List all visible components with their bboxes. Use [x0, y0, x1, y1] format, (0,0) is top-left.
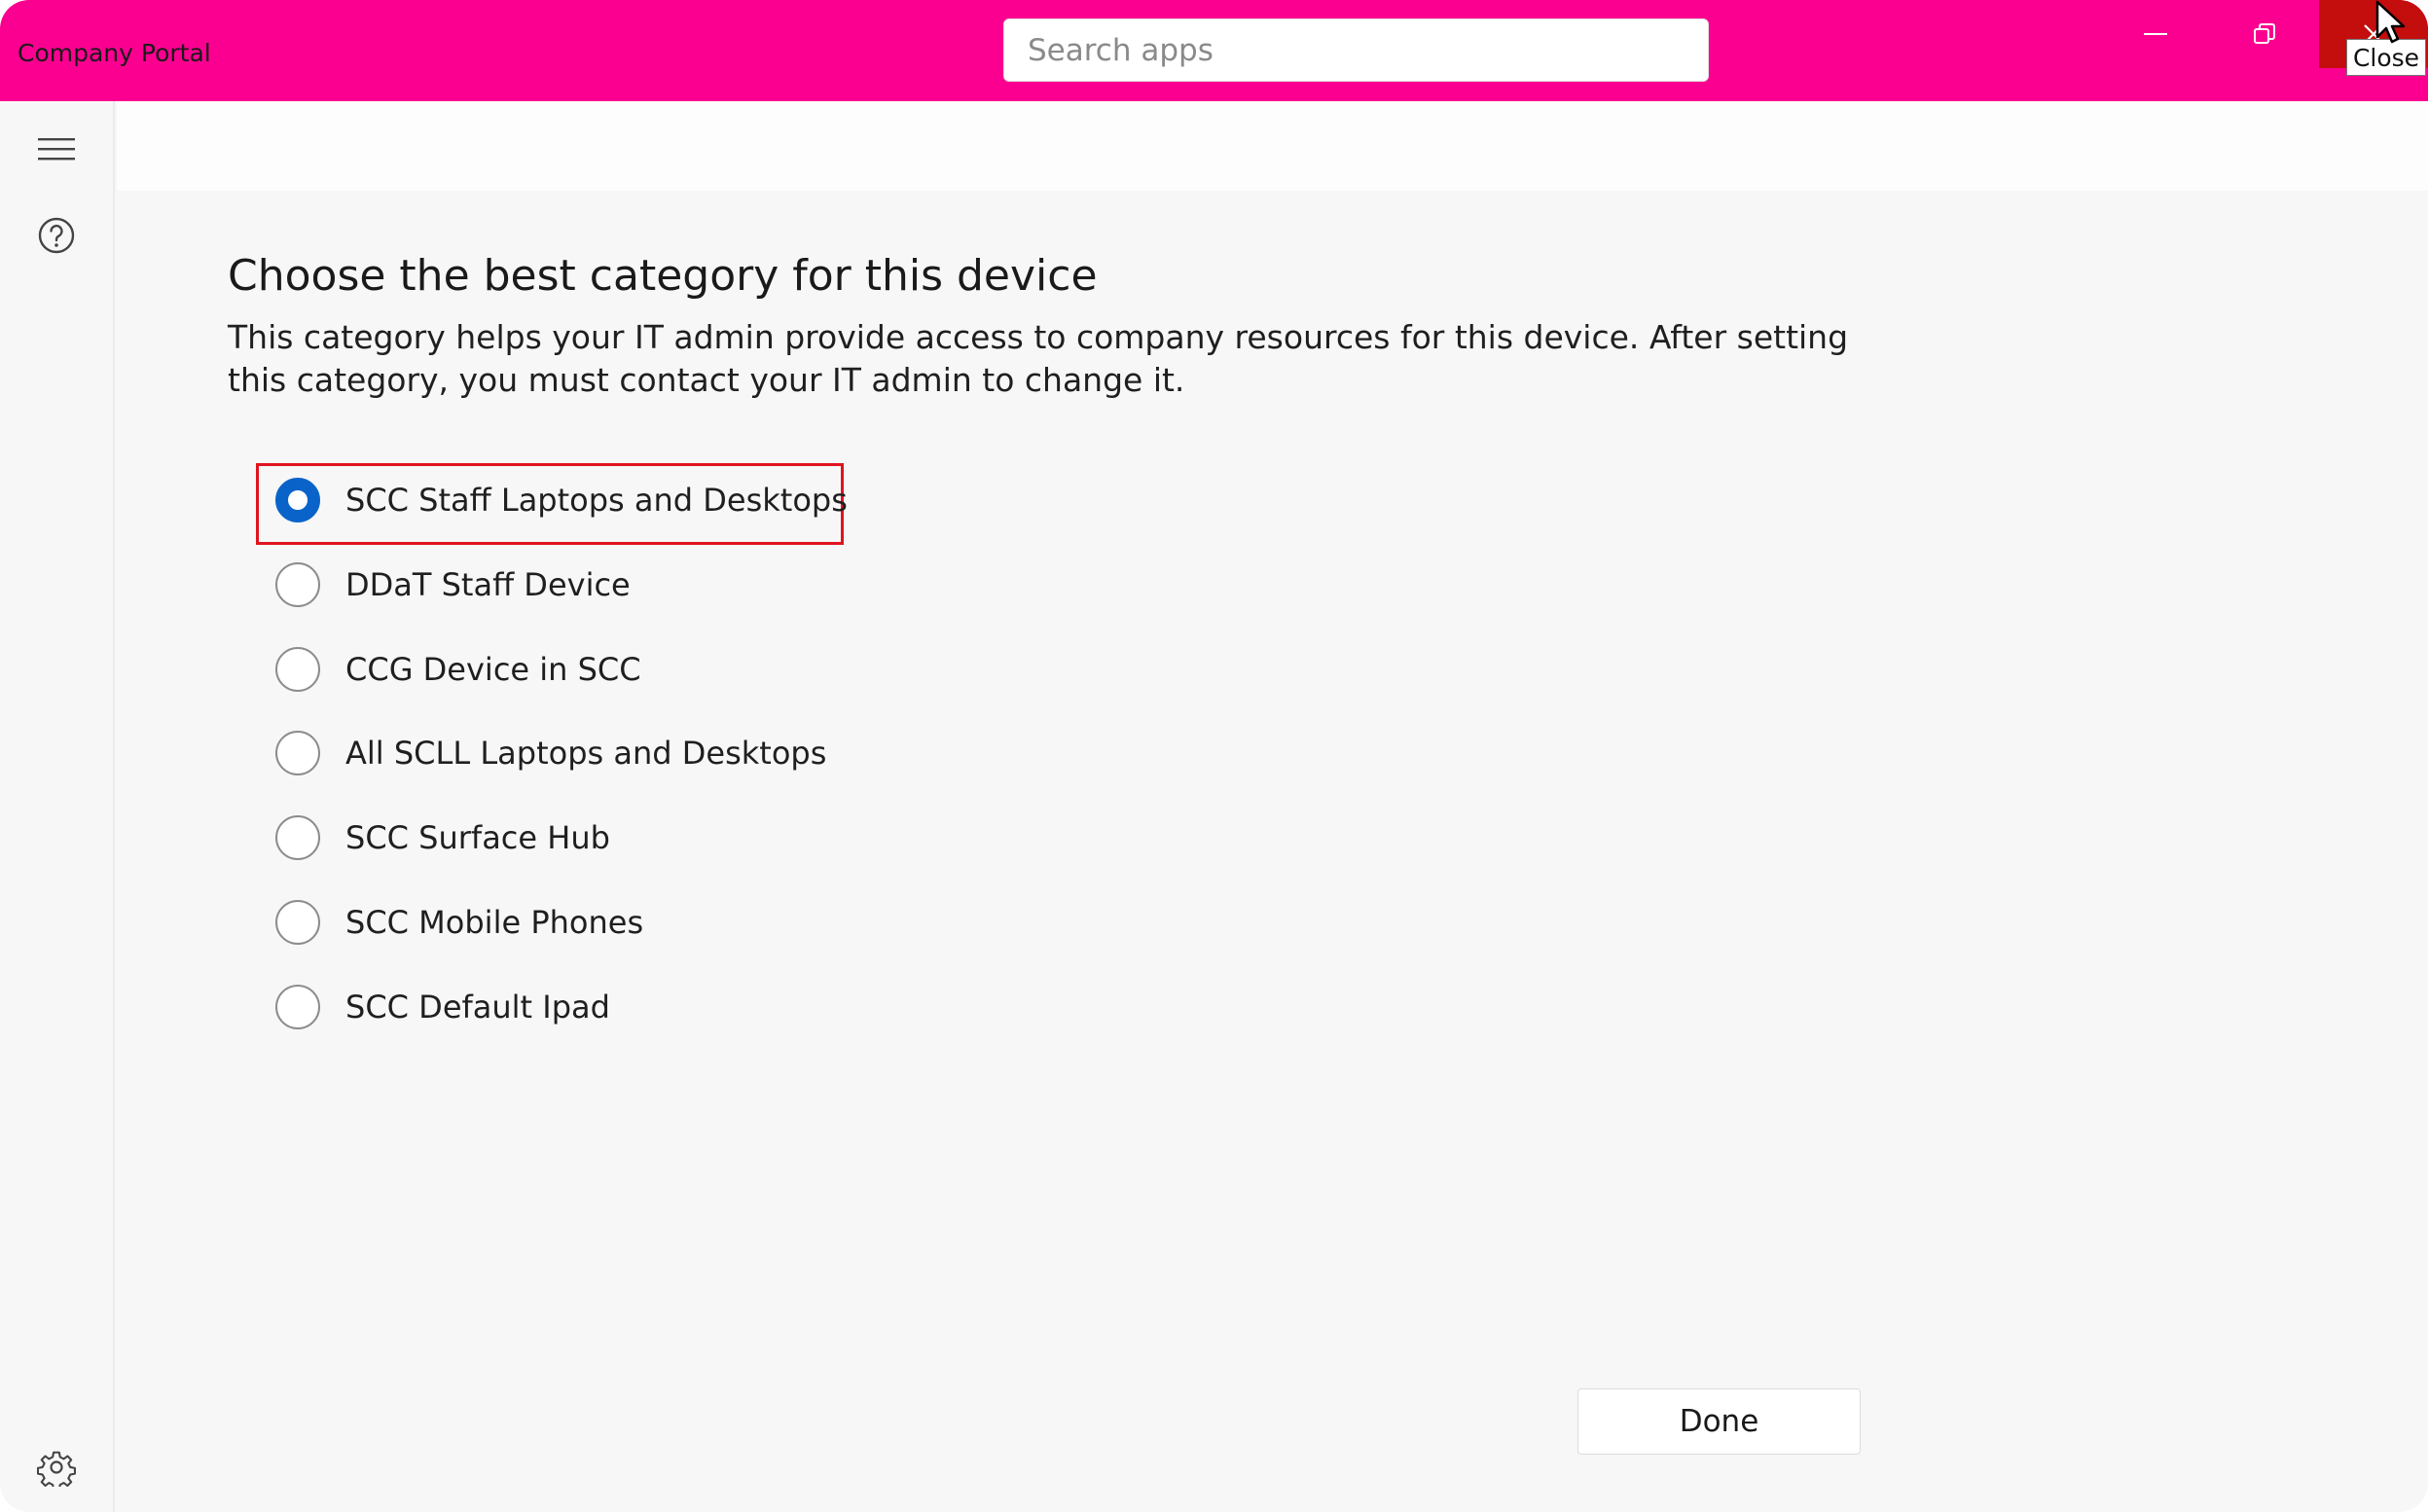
help-icon — [38, 217, 75, 254]
radio-button[interactable] — [275, 815, 320, 860]
company-portal-window: Company Portal Close — [0, 0, 2428, 1512]
category-option-scc-staff-laptops[interactable]: SCC Staff Laptops and Desktops — [275, 471, 848, 529]
category-option-scc-default-ipad[interactable]: SCC Default Ipad — [275, 978, 610, 1036]
mouse-cursor-icon — [2375, 0, 2406, 44]
app-title: Company Portal — [18, 39, 211, 67]
settings-button[interactable] — [37, 1448, 76, 1487]
category-option-label: All SCLL Laptops and Desktops — [345, 735, 827, 772]
restore-button[interactable] — [2211, 0, 2318, 68]
category-option-label: SCC Default Ipad — [345, 989, 610, 1026]
category-option-ccg-device[interactable]: CCG Device in SCC — [275, 640, 641, 699]
gear-icon — [37, 1451, 76, 1487]
category-option-label: SCC Mobile Phones — [345, 904, 644, 941]
hamburger-icon — [38, 138, 75, 161]
help-button[interactable] — [37, 216, 76, 255]
page-title: Choose the best category for this device — [228, 251, 1098, 301]
radio-button-selected[interactable] — [275, 478, 320, 522]
category-option-scc-surface-hub[interactable]: SCC Surface Hub — [275, 809, 610, 867]
radio-button[interactable] — [275, 900, 320, 945]
page-description: This category helps your IT admin provid… — [228, 318, 1849, 399]
category-option-label: SCC Staff Laptops and Desktops — [345, 482, 848, 519]
search-input[interactable] — [1003, 18, 1709, 82]
radio-button[interactable] — [275, 731, 320, 775]
category-option-label: DDaT Staff Device — [345, 566, 631, 603]
category-option-all-scll[interactable]: All SCLL Laptops and Desktops — [275, 724, 826, 782]
radio-button[interactable] — [275, 562, 320, 607]
category-option-ddat-staff-device[interactable]: DDaT Staff Device — [275, 556, 631, 614]
navigation-rail — [0, 101, 115, 1512]
radio-button[interactable] — [275, 647, 320, 692]
category-option-label: CCG Device in SCC — [345, 651, 641, 688]
category-option-label: SCC Surface Hub — [345, 819, 610, 856]
category-option-scc-mobile-phones[interactable]: SCC Mobile Phones — [275, 893, 643, 952]
menu-button[interactable] — [37, 129, 76, 168]
content-header-band — [117, 101, 2428, 191]
restore-icon — [2254, 23, 2275, 44]
minimize-button[interactable] — [2102, 0, 2209, 68]
done-button[interactable]: Done — [1577, 1388, 1861, 1455]
title-bar: Company Portal Close — [0, 0, 2428, 101]
minimize-icon — [2144, 33, 2167, 35]
radio-button[interactable] — [275, 985, 320, 1029]
